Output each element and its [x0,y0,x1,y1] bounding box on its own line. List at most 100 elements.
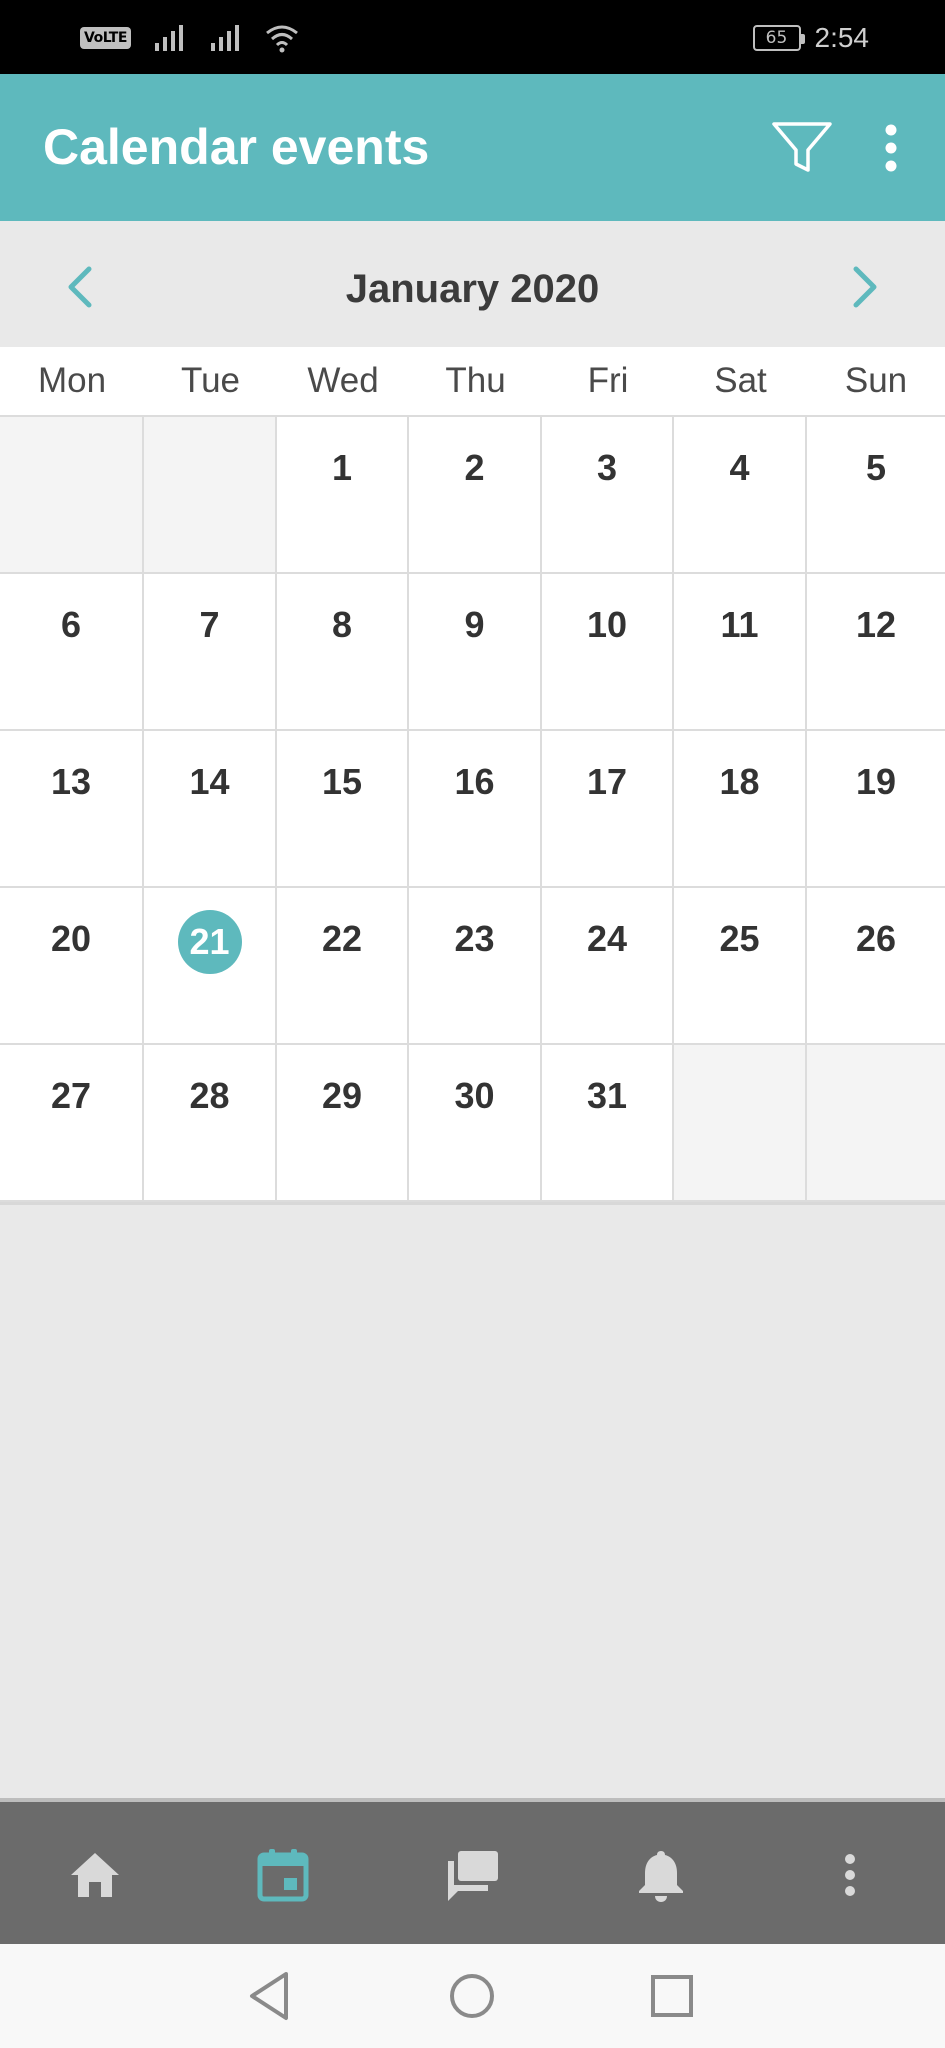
more-vert-icon [845,1854,855,1896]
chat-icon [448,1851,498,1901]
volte-badge: VoLTE [80,27,131,49]
day-cell[interactable]: 26 [807,888,945,1045]
system-home-button[interactable] [442,1966,502,2026]
day-cell[interactable]: 18 [674,731,807,888]
month-label: January 2020 [345,267,600,311]
system-back-button[interactable] [240,1966,300,2026]
day-number: 1 [331,447,353,488]
day-number: 12 [855,604,897,645]
filter-button[interactable] [770,116,834,180]
day-cell[interactable]: 28 [144,1045,277,1202]
day-cell[interactable]: 24 [542,888,674,1045]
day-cell[interactable]: 1 [277,417,409,574]
day-number: 7 [199,604,220,645]
day-number: 14 [189,761,230,802]
day-number: 10 [586,604,628,645]
day-number: 6 [60,604,82,645]
day-cell[interactable]: 19 [807,731,945,888]
status-right: 65 2:54 [752,18,870,58]
day-cell[interactable]: 4 [674,417,807,574]
day-cell[interactable]: 17 [542,731,674,888]
back-triangle-icon [250,1972,288,2020]
nav-notifications-button[interactable] [626,1840,696,1910]
day-cell[interactable]: 22 [277,888,409,1045]
weekday-label: Thu [445,361,506,400]
day-cell[interactable]: 12 [807,574,945,731]
day-cell[interactable]: 3 [542,417,674,574]
system-recents-button[interactable] [642,1966,702,2026]
day-number: 11 [720,604,759,645]
nav-messages-button[interactable] [437,1840,507,1910]
wifi-icon [265,25,298,53]
day-number: 27 [50,1075,92,1116]
day-number: 31 [586,1075,628,1116]
day-cell[interactable]: 11 [674,574,807,731]
nav-more-button[interactable] [815,1840,885,1910]
day-number: 16 [454,761,495,802]
next-month-button[interactable] [840,259,890,315]
day-number: 25 [719,918,760,959]
day-number: 21 [177,910,242,974]
day-cell[interactable]: 31 [542,1045,674,1202]
day-number: 18 [719,761,760,802]
day-cell[interactable]: 14 [144,731,277,888]
day-number: 4 [729,447,750,488]
day-cell[interactable]: 25 [674,888,807,1045]
day-number: 26 [855,918,897,959]
weekday-label: Mon [37,361,107,400]
day-cell[interactable]: 15 [277,731,409,888]
system-nav-bar [0,1944,945,2048]
empty-day-cell [674,1045,807,1202]
signal-icon [210,25,239,51]
more-vert-icon [885,124,897,172]
battery-icon: 65 [752,25,805,51]
chevron-right-icon [853,266,877,308]
app-bar: Calendar events [0,74,945,221]
weekday-label: Sat [714,361,767,400]
day-cell[interactable]: 10 [542,574,674,731]
day-number: 19 [855,761,897,802]
day-cell[interactable]: 27 [0,1045,144,1202]
day-cell[interactable]: 23 [409,888,542,1045]
today-day-cell[interactable]: 21 [144,888,277,1045]
day-number: 30 [454,1075,495,1116]
empty-day-cell [144,417,277,574]
day-cell[interactable]: 16 [409,731,542,888]
day-number: 2 [464,447,485,488]
weekday-label: Wed [307,361,379,400]
day-number: 9 [464,604,485,645]
day-number: 3 [596,447,618,488]
day-cell[interactable]: 29 [277,1045,409,1202]
day-cell[interactable]: 9 [409,574,542,731]
day-number: 15 [321,761,363,802]
day-cell[interactable]: 30 [409,1045,542,1202]
day-number: 23 [454,918,495,959]
day-number: 17 [586,761,628,802]
day-cell[interactable]: 20 [0,888,144,1045]
calendar-grid: 1 2 3 4 5 6 7 8 9 10 11 12 13 14 15 16 17 18 19 20 21 22 23 24 2… [0,417,945,1205]
day-cell[interactable]: 8 [277,574,409,731]
day-number: 20 [50,918,92,959]
status-left: VoLTE [80,18,299,58]
more-options-button[interactable] [868,116,914,180]
day-cell[interactable]: 2 [409,417,542,574]
day-cell[interactable]: 6 [0,574,144,731]
day-number: 29 [321,1075,363,1116]
page-title: Calendar events [43,119,430,175]
empty-day-cell [0,417,144,574]
day-cell[interactable]: 7 [144,574,277,731]
day-number: 24 [586,918,628,959]
month-header: January 2020 [0,221,945,347]
nav-calendar-button[interactable] [248,1840,318,1910]
recents-square-icon [651,1975,693,2017]
home-circle-icon [450,1974,494,2018]
day-number: 13 [50,761,92,802]
status-bar: VoLTE 65 2:54 [0,0,945,74]
calendar-icon [257,1849,309,1902]
app-screen: VoLTE 65 2:54 Calendar events January 20… [0,0,945,2048]
day-cell[interactable]: 5 [807,417,945,574]
status-time: 2:54 [814,22,870,53]
day-cell[interactable]: 13 [0,731,144,888]
day-number: 28 [189,1075,230,1116]
nav-home-button[interactable] [60,1840,130,1910]
